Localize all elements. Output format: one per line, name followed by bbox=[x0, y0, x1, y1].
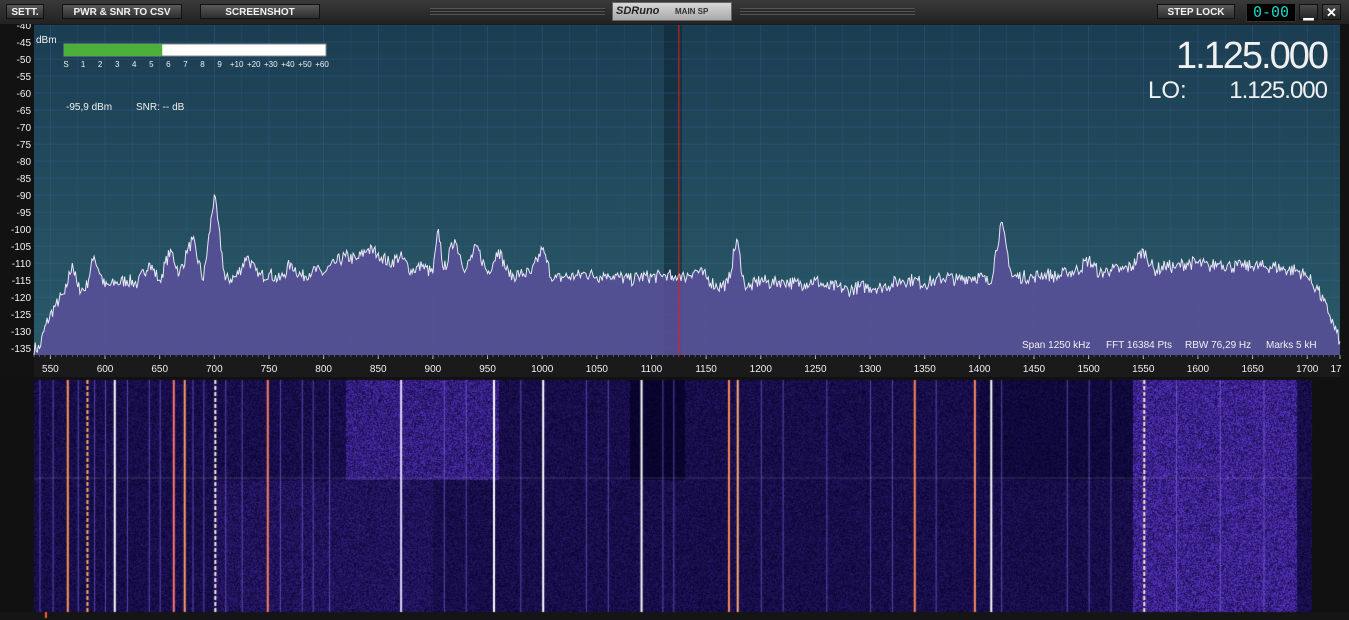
s-meter-label: +50 bbox=[298, 60, 312, 69]
x-tick-label: 1500 bbox=[1078, 364, 1101, 375]
y-tick-label: -95 bbox=[17, 208, 32, 219]
y-tick-label: -85 bbox=[17, 174, 32, 185]
y-tick-label: -90 bbox=[17, 191, 32, 202]
y-tick-label: -135 bbox=[11, 344, 31, 355]
x-tick-label: 850 bbox=[370, 364, 387, 375]
s-meter-label: +60 bbox=[315, 60, 329, 69]
s-meter-label: 9 bbox=[217, 60, 222, 69]
y-tick-label: -110 bbox=[12, 259, 32, 270]
info-rbw: RBW 76,29 Hz bbox=[1185, 340, 1251, 351]
step-counter[interactable]: 0-00 bbox=[1246, 3, 1296, 22]
close-icon[interactable]: ✕ bbox=[1322, 4, 1341, 20]
x-tick-label: 1650 bbox=[1241, 364, 1264, 375]
screenshot-button[interactable]: SCREENSHOT bbox=[200, 4, 320, 19]
y-tick-label: -80 bbox=[17, 157, 32, 168]
x-tick-label: 17 bbox=[1330, 364, 1342, 375]
x-tick-label: 900 bbox=[425, 364, 442, 375]
x-tick-label: 1450 bbox=[1023, 364, 1046, 375]
x-tick-label: 1400 bbox=[968, 364, 991, 375]
y-tick-label: -55 bbox=[17, 72, 32, 83]
s-meter-label: 2 bbox=[98, 60, 103, 69]
lo-label: LO: bbox=[1148, 77, 1187, 104]
s-meter-label: +10 bbox=[230, 60, 244, 69]
info-marks: Marks 5 kH bbox=[1266, 340, 1317, 351]
power-snr-csv-button[interactable]: PWR & SNR TO CSV bbox=[62, 4, 182, 19]
x-tick-label: 1300 bbox=[859, 364, 882, 375]
y-tick-label: -100 bbox=[11, 225, 31, 236]
minimize-icon[interactable]: ▁ bbox=[1299, 4, 1318, 20]
frequency-display[interactable]: 1.125.000 bbox=[1176, 35, 1330, 77]
step-lock-button[interactable]: STEP LOCK bbox=[1157, 4, 1235, 19]
x-tick-label: 1100 bbox=[641, 364, 663, 375]
y-tick-label: -125 bbox=[11, 310, 31, 321]
info-fft: FFT 16384 Pts bbox=[1106, 340, 1172, 351]
x-tick-label: 1200 bbox=[750, 364, 773, 375]
s-meter-label: S bbox=[63, 60, 68, 69]
s-meter-label: 6 bbox=[166, 60, 171, 69]
x-tick-label: 1350 bbox=[914, 364, 937, 375]
y-tick-label: -40 bbox=[17, 24, 32, 32]
s-meter-label: +20 bbox=[247, 60, 261, 69]
y-tick-label: -130 bbox=[11, 327, 31, 338]
s-meter-label: 3 bbox=[115, 60, 120, 69]
x-tick-label: 1700 bbox=[1296, 364, 1319, 375]
snr-readout: SNR: -- dB bbox=[136, 102, 185, 113]
y-tick-label: -50 bbox=[17, 55, 32, 66]
s-meter-label: 8 bbox=[200, 60, 205, 69]
x-tick-label: 550 bbox=[42, 364, 59, 375]
x-tick-label: 1050 bbox=[586, 364, 609, 375]
y-tick-label: -65 bbox=[17, 106, 32, 117]
y-tick-label: -115 bbox=[12, 276, 32, 287]
x-tick-label: 700 bbox=[206, 364, 223, 375]
drag-handle-right[interactable] bbox=[740, 8, 915, 15]
s-meter-label: 1 bbox=[81, 60, 86, 69]
s-meter-label: +30 bbox=[264, 60, 278, 69]
x-tick-label: 1000 bbox=[531, 364, 554, 375]
x-tick-label: 800 bbox=[315, 364, 332, 375]
power-readout: -95,9 dBm bbox=[66, 102, 112, 113]
sdruno-logo: SDRuno bbox=[616, 5, 660, 17]
x-tick-label: 1250 bbox=[804, 364, 827, 375]
lo-frequency-display[interactable]: 1.125.000 bbox=[1229, 77, 1328, 104]
x-tick-label: 650 bbox=[151, 364, 168, 375]
x-tick-label: 600 bbox=[97, 364, 114, 375]
y-tick-label: -45 bbox=[17, 38, 32, 49]
s-meter-label: 7 bbox=[183, 60, 188, 69]
dbm-unit-label: dBm bbox=[36, 35, 57, 46]
x-tick-label: 950 bbox=[479, 364, 496, 375]
x-tick-label: 1150 bbox=[695, 364, 717, 375]
s-meter-label: 5 bbox=[149, 60, 154, 69]
title-badge: SDRuno MAIN SP bbox=[612, 2, 732, 21]
settings-button[interactable]: SETT. bbox=[6, 4, 44, 19]
info-span: Span 1250 kHz bbox=[1022, 340, 1090, 351]
x-tick-label: 750 bbox=[261, 364, 278, 375]
y-tick-label: -70 bbox=[17, 123, 32, 134]
y-tick-label: -120 bbox=[11, 293, 31, 304]
x-tick-label: 1550 bbox=[1132, 364, 1155, 375]
s-meter-label: +40 bbox=[281, 60, 295, 69]
spectrum-display[interactable]: -40 -45 -50 -55 -60 -65 -70 -75 -80 -85 -90 -95 -100… bbox=[0, 24, 1349, 377]
drag-handle-left[interactable] bbox=[430, 8, 605, 15]
x-tick-label: 1600 bbox=[1187, 364, 1210, 375]
toolbar: SETT. PWR & SNR TO CSV SCREENSHOT SDRuno… bbox=[0, 0, 1349, 25]
waterfall-display[interactable] bbox=[0, 377, 1349, 620]
s-meter-fill bbox=[64, 44, 163, 56]
y-tick-label: -105 bbox=[11, 242, 31, 253]
panel-name: MAIN SP bbox=[675, 7, 709, 16]
y-tick-label: -75 bbox=[17, 140, 32, 151]
y-tick-label: -60 bbox=[17, 89, 32, 100]
s-meter-label: 4 bbox=[132, 60, 137, 69]
